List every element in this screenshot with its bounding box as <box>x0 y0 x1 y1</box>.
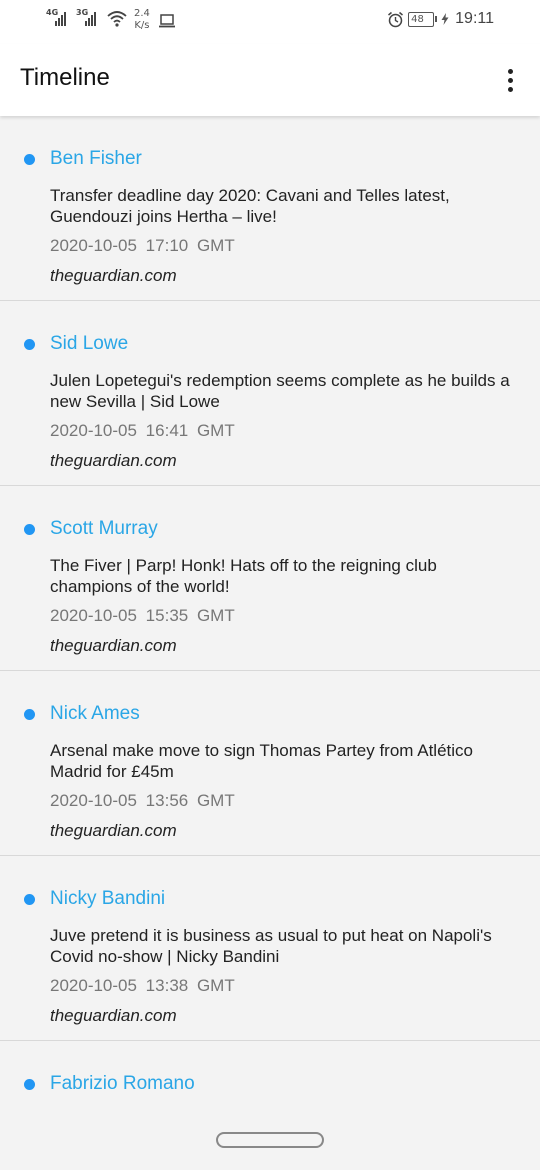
timestamp: 2020-10-05 17:10 GMT <box>50 236 235 255</box>
network-speed: 2.4 K/s <box>134 8 150 32</box>
headline: Arsenal make move to sign Thomas Partey … <box>50 741 473 781</box>
more-vert-icon-dot <box>507 77 513 83</box>
battery-level: 48 <box>408 11 435 27</box>
timestamp: 2020-10-05 13:38 GMT <box>50 976 235 995</box>
speed-unit: K/s <box>134 20 150 31</box>
status-left: 4G 3G 2.4 K/s <box>46 8 176 32</box>
navigation-bar <box>0 1110 540 1170</box>
clock: 19:11 <box>455 10 494 27</box>
bullet-dot <box>24 1079 35 1090</box>
bullet-dot <box>24 154 35 165</box>
charging-icon <box>441 13 449 25</box>
headline: Juve pretend it is business as usual to … <box>50 926 492 966</box>
timeline-item[interactable]: Scott Murray The Fiver | Parp! Honk! Hat… <box>0 486 540 671</box>
source-link[interactable]: theguardian.com <box>50 451 177 471</box>
wifi-icon <box>107 11 127 27</box>
timestamp: 2020-10-05 16:41 GMT <box>50 421 235 440</box>
author-name[interactable]: Fabrizio Romano <box>50 1073 195 1095</box>
speed-value: 2.4 <box>134 8 150 19</box>
signal-4g-icon: 4G <box>46 8 72 28</box>
headline: Transfer deadline day 2020: Cavani and T… <box>50 186 450 226</box>
status-bar: 4G 3G 2.4 K/s 48 19:11 <box>0 0 540 44</box>
author-name[interactable]: Nick Ames <box>50 703 140 725</box>
author-name[interactable]: Scott Murray <box>50 518 158 540</box>
battery-percent: 48 <box>411 13 424 25</box>
source-link[interactable]: theguardian.com <box>50 636 177 656</box>
bullet-dot <box>24 709 35 720</box>
bullet-dot <box>24 339 35 350</box>
more-vert-icon-dot <box>507 68 513 74</box>
timeline-item[interactable]: Nick Ames Arsenal make move to sign Thom… <box>0 671 540 856</box>
source-link[interactable]: theguardian.com <box>50 1006 177 1026</box>
timestamp: 2020-10-05 15:35 GMT <box>50 606 235 625</box>
timeline-item[interactable]: Ben Fisher Transfer deadline day 2020: C… <box>0 116 540 301</box>
laptop-icon <box>158 14 175 28</box>
bullet-dot <box>24 524 35 535</box>
more-vert-icon-dot <box>507 86 513 92</box>
signal-3g-icon: 3G <box>76 8 102 28</box>
author-name[interactable]: Nicky Bandini <box>50 888 165 910</box>
headline: The Fiver | Parp! Honk! Hats off to the … <box>50 556 437 596</box>
headline: Julen Lopetegui's redemption seems compl… <box>50 371 510 411</box>
author-name[interactable]: Ben Fisher <box>50 148 142 170</box>
more-options-button[interactable] <box>498 66 522 94</box>
battery-tip <box>435 16 438 22</box>
home-gesture-handle[interactable] <box>216 1132 324 1148</box>
status-right: 48 19:11 <box>387 10 494 28</box>
timeline-list[interactable]: Ben Fisher Transfer deadline day 2020: C… <box>0 116 540 1110</box>
timeline-item[interactable]: Nicky Bandini Juve pretend it is busines… <box>0 856 540 1041</box>
timeline-item[interactable]: Fabrizio Romano <box>0 1041 540 1110</box>
bullet-dot <box>24 894 35 905</box>
page-title: Timeline <box>20 64 110 91</box>
source-link[interactable]: theguardian.com <box>50 266 177 286</box>
source-link[interactable]: theguardian.com <box>50 821 177 841</box>
app-bar: Timeline <box>0 44 540 116</box>
alarm-icon <box>388 11 404 27</box>
timeline-item[interactable]: Sid Lowe Julen Lopetegui's redemption se… <box>0 301 540 486</box>
author-name[interactable]: Sid Lowe <box>50 333 128 355</box>
timestamp: 2020-10-05 13:56 GMT <box>50 791 235 810</box>
screen: 4G 3G 2.4 K/s 48 19:11 Timeline Ben Fish… <box>0 0 540 1170</box>
